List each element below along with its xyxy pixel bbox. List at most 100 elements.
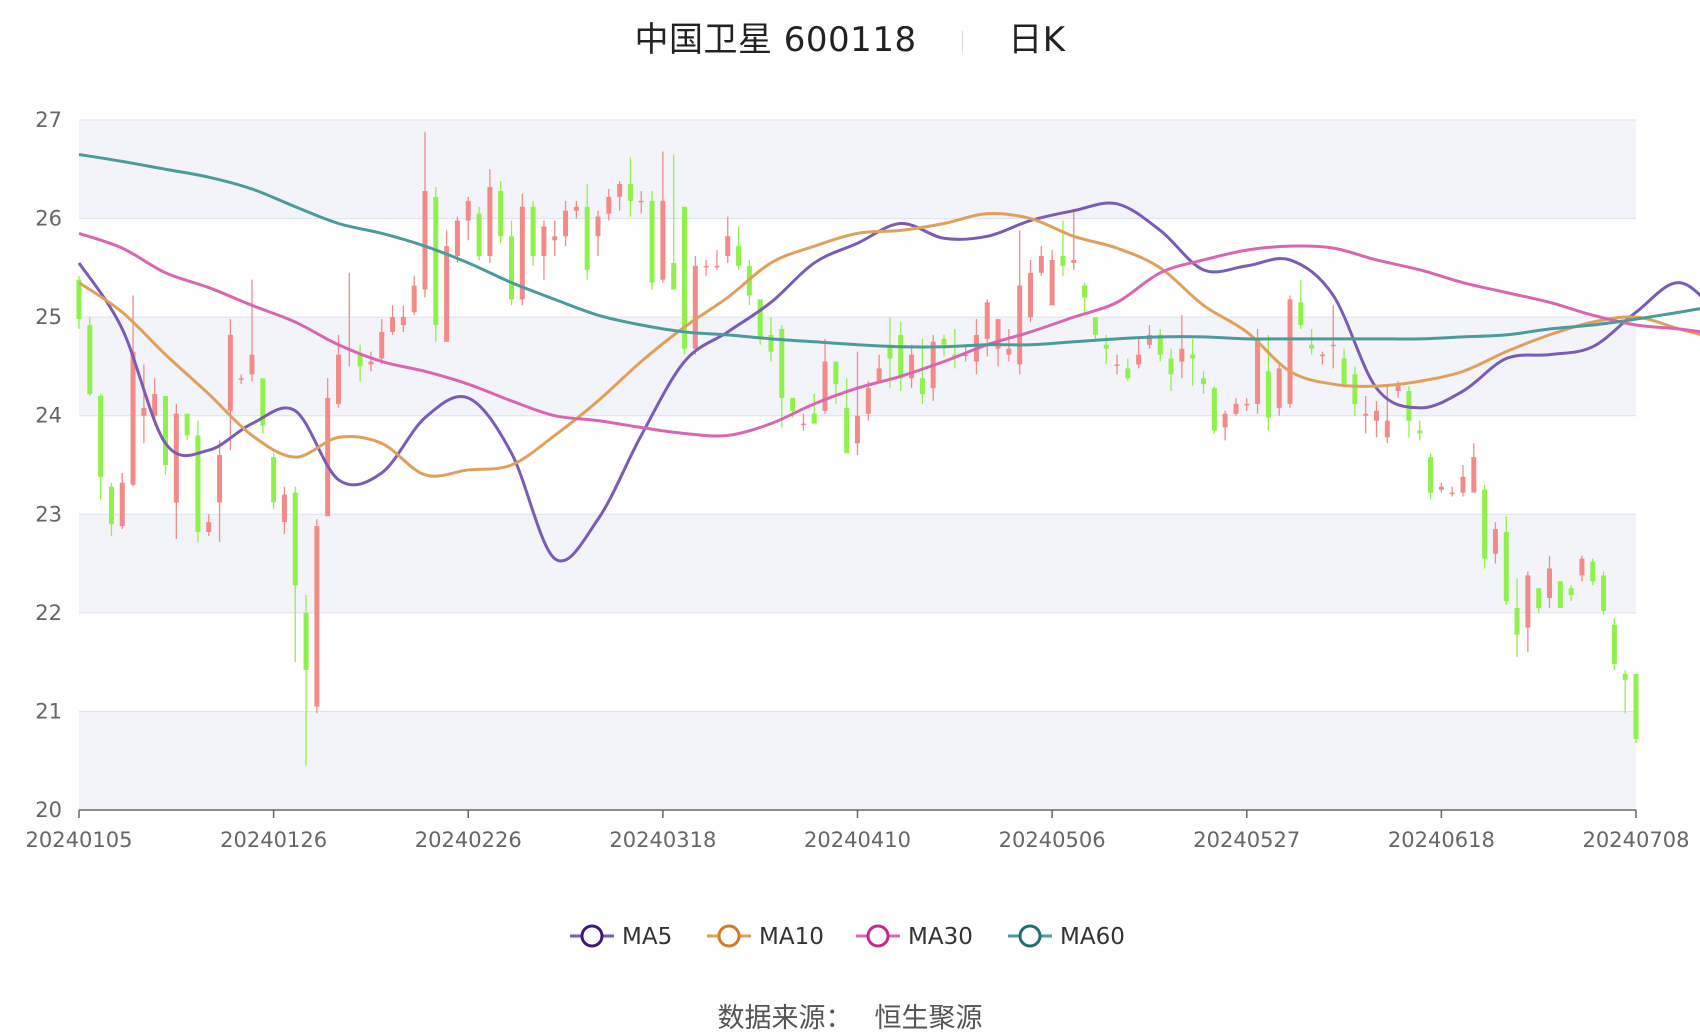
candle-up <box>1460 476 1466 493</box>
candle-up <box>1222 413 1228 428</box>
candle-down <box>98 396 104 477</box>
candle-down <box>1482 489 1488 559</box>
candle-down <box>1168 358 1174 375</box>
candle-up <box>822 361 828 411</box>
candle-down <box>1601 575 1607 611</box>
y-tick-label: 24 <box>35 404 62 428</box>
candle-up <box>1492 529 1498 554</box>
candle-up <box>1384 420 1390 438</box>
candle-down <box>1503 532 1509 602</box>
candle-up <box>541 226 547 257</box>
candle-up <box>141 407 147 416</box>
y-tick-label: 21 <box>35 699 62 723</box>
candle-down <box>292 492 298 586</box>
x-tick-label: 20240618 <box>1388 828 1495 852</box>
candle-up <box>876 368 882 382</box>
candle-down <box>1352 374 1358 404</box>
candle-up <box>325 397 331 517</box>
candle-up <box>119 482 125 527</box>
candlestick-chart: 20 21 22 23 24 25 26 27 20240105 20240126 20240226… <box>26 108 1700 950</box>
candle-up <box>379 331 385 359</box>
x-tick-label: 20240105 <box>26 828 133 852</box>
legend-label-ma5: MA5 <box>622 924 672 950</box>
candle-up <box>487 187 493 257</box>
y-tick-label: 20 <box>35 798 62 822</box>
candle-up <box>130 351 136 485</box>
candle-down <box>790 397 796 411</box>
candle-up <box>1244 403 1250 406</box>
candle-up <box>617 184 623 197</box>
candle-down <box>1201 378 1206 385</box>
candle-down <box>1060 256 1066 266</box>
candle-up <box>390 317 396 332</box>
data-source: 数据来源： 恒生聚源 <box>0 996 1700 1035</box>
candle-down <box>498 190 504 237</box>
candle-up <box>400 317 406 326</box>
candle-down <box>898 334 904 379</box>
candle-up <box>1525 575 1531 628</box>
grid-band <box>79 514 1636 613</box>
candle-up <box>1449 492 1455 495</box>
y-tick-label: 22 <box>35 601 62 625</box>
candle-up <box>1071 259 1077 263</box>
candle-down <box>108 486 114 525</box>
candle-down <box>1568 588 1574 596</box>
candle-up <box>368 361 374 365</box>
legend-label-ma10: MA10 <box>759 924 824 950</box>
candle-up <box>1276 368 1282 408</box>
candle-up <box>1287 299 1293 404</box>
candle-down <box>1514 607 1520 635</box>
candle-up <box>638 200 644 203</box>
candle-down <box>627 184 633 201</box>
candle-up <box>1438 486 1444 490</box>
candle-down <box>671 262 677 290</box>
candle-down <box>509 236 514 300</box>
candle-down <box>736 246 742 266</box>
candle-down <box>1298 302 1304 326</box>
candle-up <box>217 455 223 503</box>
candle-up <box>336 354 341 404</box>
candle-up <box>552 236 558 241</box>
candle-down <box>357 354 363 367</box>
y-tick-label: 26 <box>35 207 62 231</box>
candle-down <box>1536 588 1542 608</box>
candle-up <box>1114 364 1120 366</box>
candle-down <box>195 435 201 533</box>
candle-up <box>1471 457 1477 493</box>
legend-marker-ma60 <box>1018 924 1042 948</box>
x-tick-label: 20240708 <box>1583 828 1690 852</box>
source-value: 恒生聚源 <box>874 1003 983 1034</box>
candle-up <box>800 423 806 426</box>
candle-down <box>833 361 839 385</box>
candle-up <box>1579 558 1585 576</box>
candle-down <box>811 413 817 424</box>
candle-up <box>411 285 417 313</box>
candle-up <box>984 302 990 339</box>
candle-up <box>227 334 233 411</box>
candle-up <box>606 196 612 214</box>
candle-up <box>725 236 731 257</box>
candle-down <box>476 213 482 257</box>
candle-down <box>1611 624 1617 665</box>
candle-down <box>1265 371 1271 418</box>
candle-up <box>249 354 255 375</box>
candle-down <box>1309 344 1315 349</box>
legend-marker-ma5 <box>580 924 604 948</box>
candle-up <box>692 265 698 349</box>
candle-up <box>1547 568 1552 599</box>
candle-down <box>757 299 763 339</box>
candle-down <box>941 338 947 345</box>
candle-up <box>238 378 244 380</box>
legend-label-ma30: MA30 <box>908 924 973 950</box>
candle-up <box>1049 259 1055 306</box>
x-tick-label: 20240506 <box>999 828 1106 852</box>
candle-down <box>1622 673 1628 680</box>
candle-up <box>855 415 860 444</box>
candle-down <box>1590 561 1596 582</box>
candle-down <box>76 279 82 320</box>
candle-up <box>573 206 579 211</box>
candle-down <box>844 407 850 454</box>
candle-up <box>465 200 471 221</box>
candle-down <box>1082 285 1088 298</box>
candle-up <box>173 413 179 503</box>
